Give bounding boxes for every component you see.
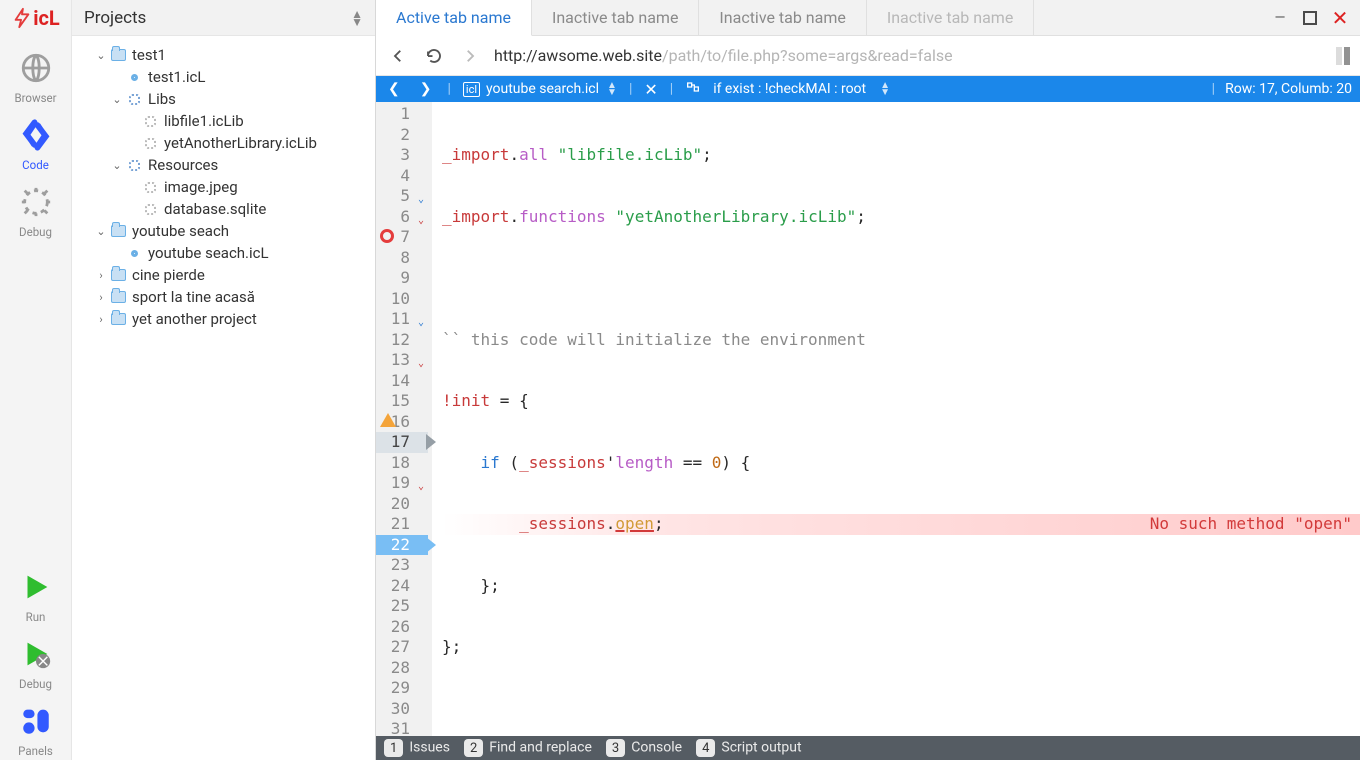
projects-title: Projects: [84, 8, 146, 28]
crumb-forward[interactable]: ❯: [416, 81, 436, 97]
reload-button[interactable]: [422, 44, 446, 68]
status-console[interactable]: 3Console: [606, 739, 682, 757]
rail-debug-label: Debug: [19, 225, 52, 239]
file-icon: [145, 182, 156, 193]
tree-item-libs[interactable]: ⌄Libs: [76, 88, 371, 110]
status-issues[interactable]: 1Issues: [384, 739, 450, 757]
tab-bar: Active tab name Inactive tab name Inacti…: [376, 0, 1360, 36]
rail-debug-run-label: Debug: [19, 677, 52, 691]
rail-debug-run[interactable]: Debug: [0, 626, 71, 693]
tree-item-test1-icl[interactable]: test1.icL: [76, 66, 371, 88]
chevron-up-down-icon[interactable]: ▲▼: [880, 82, 890, 96]
tree-item-db[interactable]: database.sqlite: [76, 198, 371, 220]
rail-run-label: Run: [26, 610, 46, 624]
projects-panel: Projects ▲▼ ⌄test1 test1.icL ⌄Libs libfi…: [72, 0, 376, 760]
globe-icon: [16, 48, 56, 88]
file-icon: [145, 138, 156, 149]
close-file-button[interactable]: ✕: [644, 80, 657, 99]
play-bug-icon: [16, 634, 56, 674]
tree-item-yap[interactable]: ›yet another project: [76, 308, 371, 330]
minimize-button[interactable]: —: [1270, 8, 1290, 28]
url-field[interactable]: http://awsome.web.site/path/to/file.php?…: [494, 46, 1324, 65]
left-rail: icL Browser Code Debug Run Debug Panels: [0, 0, 72, 760]
folder-icon: [111, 313, 126, 325]
forward-button[interactable]: [458, 44, 482, 68]
rail-debug[interactable]: Debug: [0, 174, 71, 241]
tree-item-slta[interactable]: ›sport la tine acasă: [76, 286, 371, 308]
tree-item-ys[interactable]: ⌄youtube seach: [76, 220, 371, 242]
rail-panels-label: Panels: [18, 744, 53, 758]
tree-item-ys-icl[interactable]: youtube seach.icL: [76, 242, 371, 264]
icl-icon: [131, 250, 138, 257]
rail-code-label: Code: [22, 158, 49, 172]
app-logo: icL: [11, 6, 60, 30]
tree-item-libfile1[interactable]: libfile1.icLib: [76, 110, 371, 132]
close-button[interactable]: ✕: [1330, 8, 1350, 28]
lib-icon: [129, 94, 140, 105]
warning-marker-icon: [380, 413, 396, 427]
error-message: No such method "open": [1150, 514, 1352, 535]
maximize-button[interactable]: [1300, 8, 1320, 28]
rail-code[interactable]: Code: [0, 107, 71, 174]
tab-inactive-2[interactable]: Inactive tab name: [699, 0, 866, 35]
icl-icon: [131, 74, 138, 81]
cursor-position: Row: 17, Columb: 20: [1225, 81, 1352, 97]
split-view-button[interactable]: [1336, 47, 1350, 65]
code-editor[interactable]: 1 2 3 4 5⌄ 6⌄ 7 8 9 10 11⌄ 12 13⌄ 14 15 …: [376, 102, 1360, 736]
main-area: Active tab name Inactive tab name Inacti…: [376, 0, 1360, 760]
icl-file-icon: icl: [463, 82, 480, 97]
breadcrumb-bar: ❮ ❯ | icl youtube search.icl ▲▼ | ✕ | if…: [376, 76, 1360, 102]
tab-inactive-1[interactable]: Inactive tab name: [532, 0, 699, 35]
status-find[interactable]: 2Find and replace: [464, 739, 592, 757]
folder-icon: [111, 49, 126, 61]
bug-icon: [16, 182, 56, 222]
file-icon: [145, 204, 156, 215]
panels-icon: [16, 701, 56, 741]
projects-tree: ⌄test1 test1.icL ⌄Libs libfile1.icLib ye…: [72, 36, 375, 334]
lib-icon: [129, 160, 140, 171]
address-bar: http://awsome.web.site/path/to/file.php?…: [376, 36, 1360, 76]
crumb-back[interactable]: ❮: [384, 81, 404, 97]
chevron-up-down-icon[interactable]: ▲▼: [607, 82, 617, 96]
rail-browser-label: Browser: [14, 91, 56, 105]
tree-item-test1[interactable]: ⌄test1: [76, 44, 371, 66]
code-area[interactable]: _import.all "libfile.icLib"; _import.fun…: [432, 102, 1360, 736]
window-controls: — ✕: [1260, 0, 1360, 35]
rail-browser[interactable]: Browser: [0, 40, 71, 107]
tree-item-cp[interactable]: ›cine pierde: [76, 264, 371, 286]
folder-icon: [111, 269, 126, 281]
current-file[interactable]: icl youtube search.icl ▲▼: [463, 81, 617, 97]
sort-icon[interactable]: ▲▼: [351, 10, 363, 26]
folder-icon: [111, 291, 126, 303]
tab-active[interactable]: Active tab name: [376, 0, 532, 36]
tree-item-resources[interactable]: ⌄Resources: [76, 154, 371, 176]
logo-text: icL: [33, 6, 60, 30]
status-bar: 1Issues 2Find and replace 3Console 4Scri…: [376, 736, 1360, 760]
folder-icon: [111, 225, 126, 237]
error-marker-icon: [380, 229, 394, 243]
tree-icon: [685, 79, 701, 99]
breadcrumb-path[interactable]: if exist : !checkMAI : root: [713, 81, 866, 97]
play-icon: [16, 567, 56, 607]
projects-header: Projects ▲▼: [72, 0, 375, 36]
tree-item-yal[interactable]: yetAnotherLibrary.icLib: [76, 132, 371, 154]
code-icon: [16, 115, 56, 155]
back-button[interactable]: [386, 44, 410, 68]
tab-inactive-3[interactable]: Inactive tab name: [867, 0, 1034, 35]
file-icon: [145, 116, 156, 127]
tree-item-image[interactable]: image.jpeg: [76, 176, 371, 198]
rail-run[interactable]: Run: [0, 559, 71, 626]
line-gutter[interactable]: 1 2 3 4 5⌄ 6⌄ 7 8 9 10 11⌄ 12 13⌄ 14 15 …: [376, 102, 432, 736]
status-output[interactable]: 4Script output: [696, 739, 801, 757]
bolt-icon: [11, 7, 33, 29]
rail-panels[interactable]: Panels: [0, 693, 71, 760]
